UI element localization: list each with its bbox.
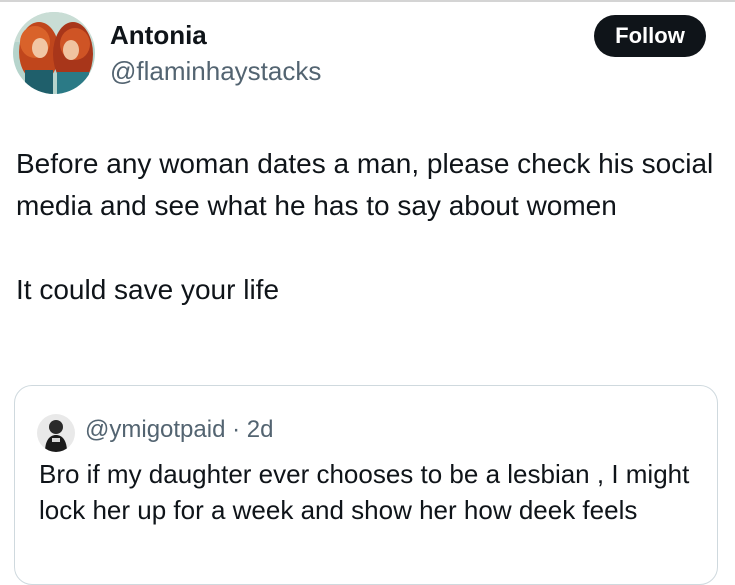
quoted-tweet-card[interactable]: @ymigotpaid · 2d Bro if my daughter ever… — [14, 385, 718, 585]
quoted-author-handle[interactable]: @ymigotpaid — [85, 416, 225, 443]
quoted-tweet-meta: @ymigotpaid · 2d — [85, 414, 273, 446]
author-avatar[interactable] — [13, 12, 95, 94]
quoted-tweet-time[interactable]: 2d — [247, 416, 274, 443]
meta-separator: · — [232, 416, 241, 443]
quoted-tweet-text: Bro if my daughter ever chooses to be a … — [39, 459, 690, 525]
author-display-name[interactable]: Antonia — [110, 18, 207, 52]
author-handle[interactable]: @flaminhaystacks — [110, 54, 321, 88]
follow-button[interactable]: Follow — [594, 15, 706, 57]
quoted-author-avatar[interactable] — [37, 414, 75, 452]
quoted-avatar-image — [37, 414, 75, 452]
tweet-text: Before any woman dates a man, please che… — [16, 148, 714, 305]
top-divider — [0, 0, 735, 2]
avatar-image — [13, 12, 95, 94]
